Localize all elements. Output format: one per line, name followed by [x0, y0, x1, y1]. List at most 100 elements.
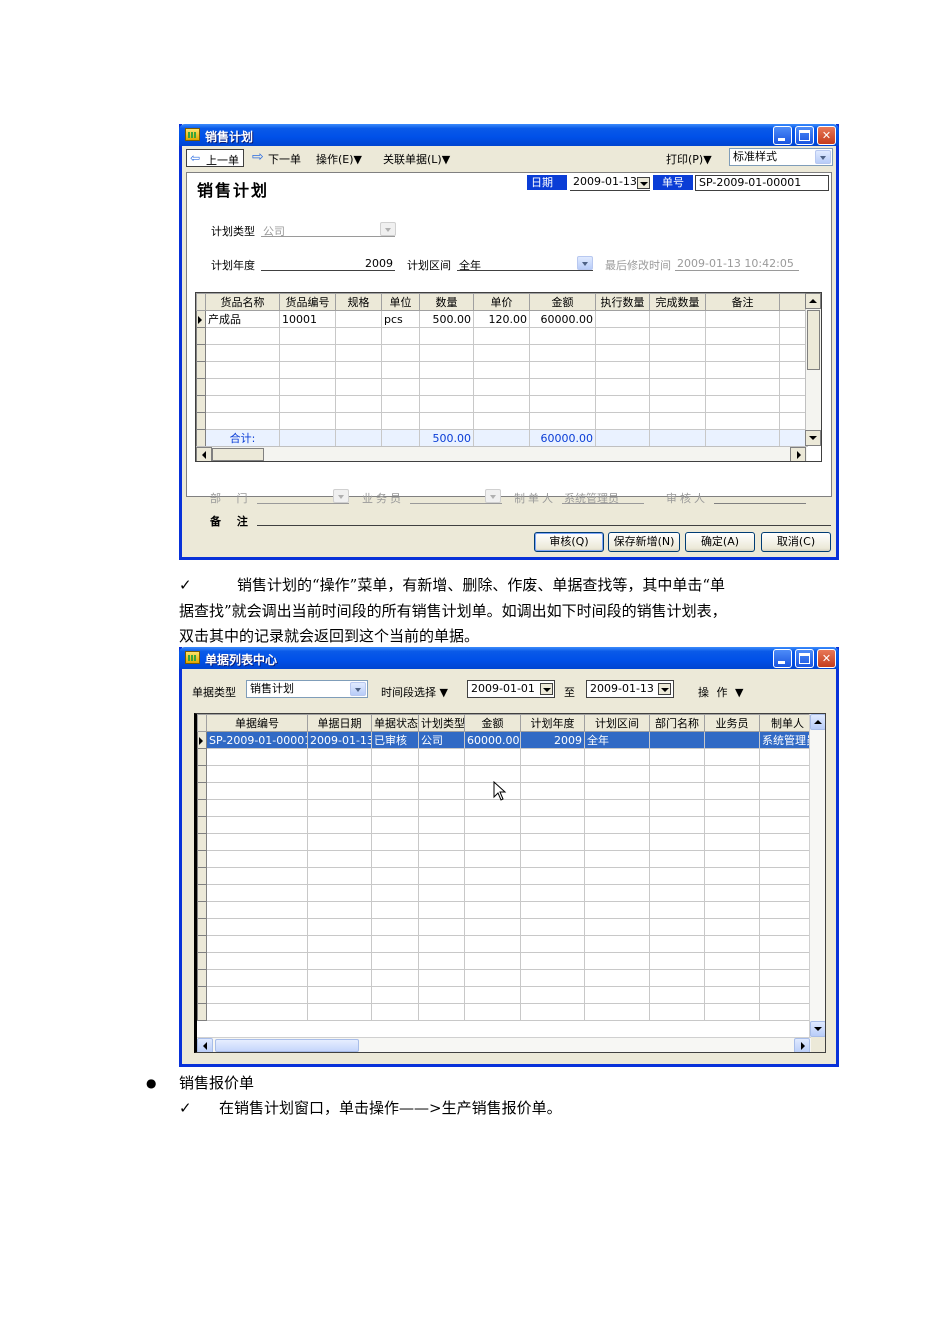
table-row-empty[interactable] — [197, 765, 816, 783]
table-cell[interactable] — [649, 901, 705, 919]
table-cell[interactable] — [759, 986, 816, 1004]
table-row-empty[interactable] — [197, 1003, 816, 1021]
table-cell[interactable] — [206, 748, 308, 766]
table-row-empty[interactable] — [196, 412, 808, 430]
table-cell[interactable] — [649, 731, 705, 749]
table-row-empty[interactable] — [196, 378, 808, 396]
table-cell[interactable] — [704, 816, 760, 834]
table-cell[interactable] — [307, 816, 372, 834]
table-cell[interactable] — [418, 986, 465, 1004]
minimize-button[interactable] — [773, 649, 792, 668]
table-cell[interactable] — [584, 986, 650, 1004]
cancel-button[interactable]: 取消(C) — [761, 532, 831, 552]
table-cell[interactable] — [704, 986, 760, 1004]
table-cell[interactable] — [759, 799, 816, 817]
scroll-right-icon[interactable] — [790, 447, 806, 461]
table-cell[interactable] — [371, 952, 419, 970]
confirm-button[interactable]: 确定(A) — [685, 532, 755, 552]
column-header[interactable]: 备注 — [705, 293, 780, 311]
table-cell[interactable] — [649, 884, 705, 902]
print-menu[interactable]: 打印(P)▼ — [666, 151, 712, 167]
table-cell[interactable] — [371, 867, 419, 885]
table-cell[interactable] — [649, 1003, 705, 1021]
table-row-empty[interactable] — [196, 344, 808, 362]
table-cell[interactable] — [464, 952, 521, 970]
from-date-dropdown-icon[interactable] — [540, 683, 553, 695]
table-cell[interactable]: 系统管理员 — [759, 731, 816, 749]
save-new-button[interactable]: 保存新增(N) — [608, 532, 680, 552]
column-header[interactable]: 制单人 — [759, 714, 816, 732]
table-row-empty[interactable] — [197, 850, 816, 868]
list-vertical-scrollbar[interactable] — [809, 714, 825, 1037]
table-cell[interactable] — [464, 1003, 521, 1021]
table-cell[interactable]: 已审核 — [371, 731, 419, 749]
table-cell[interactable] — [418, 969, 465, 987]
close-button[interactable]: ✕ — [817, 126, 836, 145]
column-header[interactable]: 计划年度 — [520, 714, 585, 732]
table-cell[interactable] — [371, 1003, 419, 1021]
table-cell[interactable] — [307, 782, 372, 800]
table-row-empty[interactable] — [197, 833, 816, 851]
table-cell[interactable] — [584, 918, 650, 936]
date-dropdown-icon[interactable] — [637, 177, 650, 189]
table-cell[interactable] — [649, 765, 705, 783]
table-cell[interactable] — [759, 952, 816, 970]
table-cell[interactable] — [649, 952, 705, 970]
table-cell[interactable] — [206, 952, 308, 970]
table-cell[interactable] — [584, 969, 650, 987]
table-cell[interactable] — [520, 884, 585, 902]
table-row-empty[interactable] — [196, 395, 808, 413]
table-cell[interactable] — [520, 782, 585, 800]
table-cell[interactable] — [704, 748, 760, 766]
table-cell[interactable] — [520, 1003, 585, 1021]
table-cell[interactable] — [584, 850, 650, 868]
table-cell[interactable] — [464, 935, 521, 953]
table-cell[interactable]: 全年 — [584, 731, 650, 749]
scroll-up-icon[interactable] — [810, 714, 825, 730]
table-cell[interactable] — [520, 799, 585, 817]
table-row-empty[interactable] — [197, 986, 816, 1004]
document-list-grid[interactable]: 单据编号 单据日期 单据状态 计划类型 金额 计划年度 计划区间 部门名称 业务… — [194, 713, 826, 1053]
table-cell[interactable] — [206, 969, 308, 987]
column-header[interactable]: 货品编号 — [279, 293, 336, 311]
table-cell[interactable] — [307, 765, 372, 783]
table-cell[interactable]: 60000.00 — [529, 310, 596, 328]
table-cell[interactable] — [464, 918, 521, 936]
table-cell[interactable] — [705, 310, 780, 328]
period-select-label[interactable]: 时间段选择 ▼ — [381, 684, 448, 700]
column-header[interactable]: 业务员 — [704, 714, 760, 732]
table-cell[interactable]: 2009-01-13 — [307, 731, 372, 749]
scroll-up-icon[interactable] — [805, 293, 821, 309]
operate-menu[interactable]: 操 作 ▼ — [698, 684, 745, 700]
table-cell[interactable] — [584, 782, 650, 800]
table-cell[interactable] — [520, 867, 585, 885]
table-cell[interactable] — [520, 986, 585, 1004]
table-row-empty[interactable] — [197, 867, 816, 885]
table-cell[interactable] — [206, 935, 308, 953]
table-row-empty[interactable] — [197, 799, 816, 817]
table-row[interactable]: 产成品 10001 pcs 500.00 120.00 60000.00 — [196, 310, 808, 328]
table-cell[interactable] — [649, 918, 705, 936]
table-cell[interactable] — [584, 765, 650, 783]
column-header[interactable]: 单据编号 — [206, 714, 308, 732]
table-cell[interactable] — [595, 310, 650, 328]
table-cell[interactable]: 2009 — [520, 731, 585, 749]
table-cell[interactable] — [520, 969, 585, 987]
table-row-empty[interactable] — [197, 884, 816, 902]
table-cell[interactable]: 产成品 — [205, 310, 280, 328]
table-cell[interactable] — [704, 935, 760, 953]
column-header[interactable]: 规格 — [335, 293, 382, 311]
table-cell[interactable] — [418, 867, 465, 885]
column-header[interactable]: 计划区间 — [584, 714, 650, 732]
table-cell[interactable] — [464, 833, 521, 851]
table-cell[interactable] — [649, 969, 705, 987]
table-cell[interactable] — [704, 833, 760, 851]
table-cell[interactable] — [520, 901, 585, 919]
table-cell[interactable] — [307, 833, 372, 851]
table-cell[interactable] — [704, 901, 760, 919]
table-cell[interactable] — [759, 969, 816, 987]
table-cell[interactable] — [584, 833, 650, 851]
table-cell[interactable] — [371, 969, 419, 987]
docno-field[interactable]: SP-2009-01-00001 — [695, 175, 829, 191]
scroll-thumb[interactable] — [807, 310, 820, 370]
